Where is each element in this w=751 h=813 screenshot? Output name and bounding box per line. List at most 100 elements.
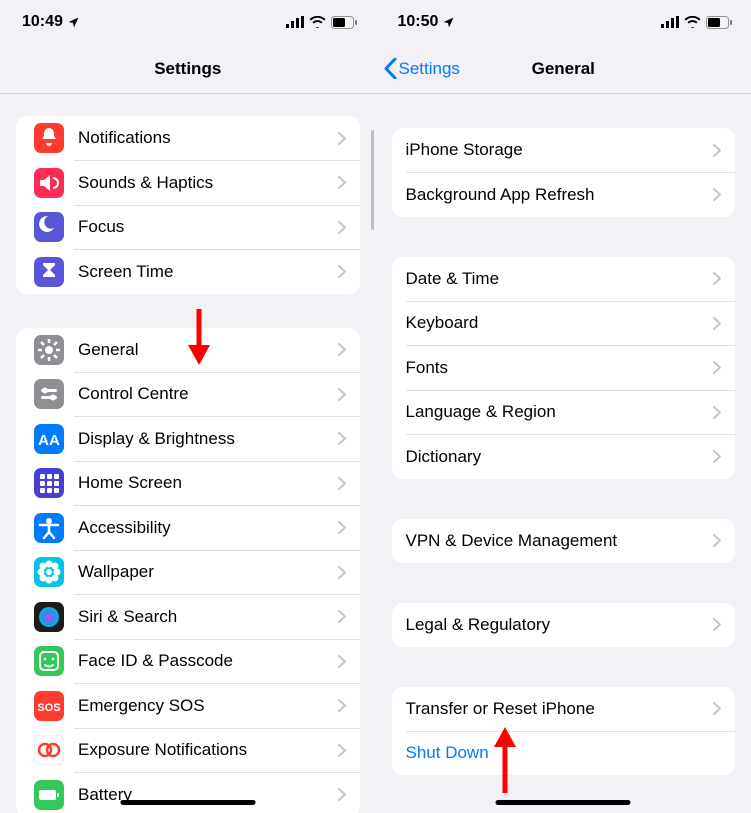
location-arrow-icon	[67, 16, 80, 29]
row-label: Dictionary	[406, 447, 714, 467]
nav-bar: Settings	[0, 44, 376, 94]
gear-icon	[34, 335, 64, 365]
settings-row-emergency-sos[interactable]: SOSEmergency SOS	[16, 684, 360, 728]
chevron-right-icon	[338, 521, 346, 534]
status-bar: 10:49	[0, 0, 376, 44]
general-group-5: Transfer or Reset iPhone Shut Down	[392, 687, 736, 776]
row-label: Background App Refresh	[406, 185, 714, 205]
chevron-right-icon	[338, 744, 346, 757]
settings-row-siri-search[interactable]: Siri & Search	[16, 595, 360, 639]
chevron-right-icon	[338, 388, 346, 401]
general-group-4: Legal & Regulatory	[392, 603, 736, 647]
siri-icon	[34, 602, 64, 632]
row-label: Wallpaper	[78, 562, 338, 582]
expo-icon	[34, 735, 64, 765]
chevron-right-icon	[338, 176, 346, 189]
face-icon	[34, 646, 64, 676]
settings-list: Notifications Sounds & Haptics Focus Screen…	[0, 94, 376, 813]
svg-text:SOS: SOS	[37, 702, 60, 714]
general-row-shut-down[interactable]: Shut Down	[392, 731, 736, 775]
row-label: Siri & Search	[78, 607, 338, 627]
chevron-right-icon	[713, 188, 721, 201]
settings-row-focus[interactable]: Focus	[16, 205, 360, 249]
chevron-right-icon	[713, 361, 721, 374]
row-label: Accessibility	[78, 518, 338, 538]
settings-row-face-id-passcode[interactable]: Face ID & Passcode	[16, 639, 360, 683]
chevron-right-icon	[338, 788, 346, 801]
chevron-left-icon	[384, 58, 397, 79]
chevron-right-icon	[338, 566, 346, 579]
settings-row-notifications[interactable]: Notifications	[16, 116, 360, 160]
general-row-fonts[interactable]: Fonts	[392, 346, 736, 390]
general-row-date-time[interactable]: Date & Time	[392, 257, 736, 301]
chevron-right-icon	[713, 534, 721, 547]
general-list: iPhone Storage Background App Refresh Dat…	[376, 94, 751, 813]
scroll-indicator[interactable]	[371, 130, 374, 230]
row-label: Focus	[78, 217, 338, 237]
settings-row-screen-time[interactable]: Screen Time	[16, 250, 360, 294]
settings-row-sounds-haptics[interactable]: Sounds & Haptics	[16, 161, 360, 205]
row-label: Face ID & Passcode	[78, 651, 338, 671]
nav-bar: Settings General	[376, 44, 751, 94]
aa-icon: AA	[34, 424, 64, 454]
chevron-right-icon	[713, 618, 721, 631]
settings-row-battery[interactable]: Battery	[16, 773, 360, 813]
status-time: 10:49	[22, 13, 63, 31]
settings-row-display-brightness[interactable]: AA Display & Brightness	[16, 417, 360, 461]
bell-icon	[34, 123, 64, 153]
row-label: Home Screen	[78, 473, 338, 493]
row-label: Display & Brightness	[78, 429, 338, 449]
settings-row-home-screen[interactable]: Home Screen	[16, 461, 360, 505]
home-indicator[interactable]	[496, 800, 631, 805]
row-label: Notifications	[78, 128, 338, 148]
chevron-right-icon	[713, 406, 721, 419]
general-row-legal-regulatory[interactable]: Legal & Regulatory	[392, 603, 736, 647]
chevron-right-icon	[338, 610, 346, 623]
battery-icon	[331, 16, 358, 29]
chevron-right-icon	[713, 144, 721, 157]
settings-row-exposure-notifications[interactable]: Exposure Notifications	[16, 728, 360, 772]
general-group-1: iPhone Storage Background App Refresh	[392, 128, 736, 217]
general-row-keyboard[interactable]: Keyboard	[392, 301, 736, 345]
speaker-icon	[34, 168, 64, 198]
chevron-right-icon	[713, 702, 721, 715]
row-label: Keyboard	[406, 313, 714, 333]
settings-row-accessibility[interactable]: Accessibility	[16, 506, 360, 550]
flower-icon	[34, 557, 64, 587]
general-row-background-app-refresh[interactable]: Background App Refresh	[392, 173, 736, 217]
row-label: iPhone Storage	[406, 140, 714, 160]
home-indicator[interactable]	[120, 800, 255, 805]
chevron-right-icon	[713, 317, 721, 330]
chevron-right-icon	[713, 450, 721, 463]
grid-icon	[34, 468, 64, 498]
settings-row-wallpaper[interactable]: Wallpaper	[16, 550, 360, 594]
row-label: Sounds & Haptics	[78, 173, 338, 193]
back-button[interactable]: Settings	[384, 58, 460, 79]
general-row-vpn-device-management[interactable]: VPN & Device Management	[392, 519, 736, 563]
cellular-signal-icon	[661, 16, 679, 28]
wifi-icon	[684, 16, 701, 28]
settings-screen: 10:49 Settings Notifications Sounds & Hap…	[0, 0, 376, 813]
general-row-language-region[interactable]: Language & Region	[392, 390, 736, 434]
chevron-right-icon	[338, 432, 346, 445]
row-label: VPN & Device Management	[406, 531, 714, 551]
chevron-right-icon	[338, 699, 346, 712]
location-arrow-icon	[442, 16, 455, 29]
general-screen: 10:50 Settings General iPhone Storage Bac…	[376, 0, 751, 813]
general-row-transfer-or-reset-iphone[interactable]: Transfer or Reset iPhone	[392, 687, 736, 731]
chevron-right-icon	[338, 265, 346, 278]
back-label: Settings	[399, 59, 460, 79]
general-row-dictionary[interactable]: Dictionary	[392, 435, 736, 479]
sliders-icon	[34, 379, 64, 409]
row-label: Shut Down	[406, 743, 722, 763]
general-group-3: VPN & Device Management	[392, 519, 736, 563]
page-title: General	[532, 59, 595, 79]
row-label: Fonts	[406, 358, 714, 378]
general-row-iphone-storage[interactable]: iPhone Storage	[392, 128, 736, 172]
settings-row-control-centre[interactable]: Control Centre	[16, 372, 360, 416]
settings-group-1: Notifications Sounds & Haptics Focus Screen…	[16, 116, 360, 294]
sos-icon: SOS	[34, 691, 64, 721]
status-time: 10:50	[398, 13, 439, 31]
row-label: Screen Time	[78, 262, 338, 282]
wifi-icon	[309, 16, 326, 28]
